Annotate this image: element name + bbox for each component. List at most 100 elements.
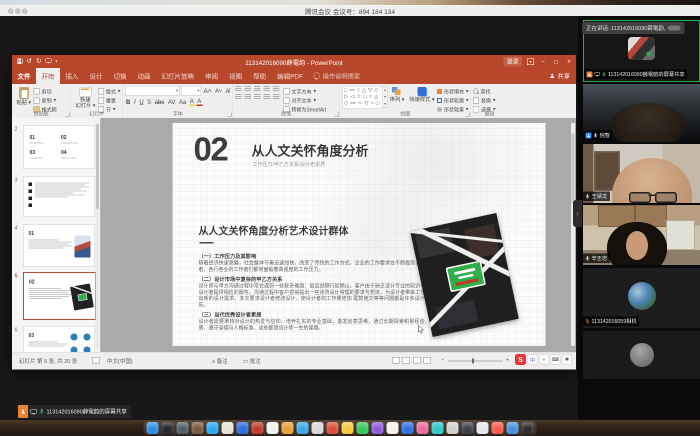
- dock-app-facetime-icon[interactable]: [357, 422, 369, 434]
- tell-me-search[interactable]: 操作说明搜索: [314, 71, 361, 84]
- underline-button[interactable]: U: [138, 98, 144, 105]
- tab-review[interactable]: 审阅: [200, 68, 224, 84]
- normal-view-icon[interactable]: [392, 357, 400, 364]
- paragraph-dialog-launcher[interactable]: [335, 113, 339, 117]
- dock-app-airdrop-icon[interactable]: [432, 422, 444, 434]
- find-button[interactable]: 查找: [473, 88, 506, 96]
- highlight-color-button[interactable]: A: [189, 98, 195, 107]
- dock-app-trash-icon[interactable]: [522, 422, 534, 434]
- numbering-icon[interactable]: [245, 86, 252, 92]
- shape-outline-button[interactable]: 形状轮廓 ▾: [437, 97, 469, 105]
- increase-indent-icon[interactable]: [264, 86, 271, 92]
- canvas-scrollbar[interactable]: [571, 123, 575, 346]
- tab-animations[interactable]: 动画: [132, 68, 156, 84]
- participant-tile[interactable]: [583, 331, 700, 379]
- dock-app-siri-icon[interactable]: [177, 422, 189, 434]
- dock-app-photos-light-icon[interactable]: [222, 422, 234, 434]
- tab-slideshow[interactable]: 幻灯片放映: [156, 68, 200, 84]
- notes-toggle[interactable]: ≡ 备注: [212, 357, 228, 365]
- dock-app-podcasts-icon[interactable]: [372, 422, 384, 434]
- replace-button[interactable]: 替换 ▾: [473, 97, 506, 105]
- dock-app-books-icon[interactable]: [492, 422, 504, 434]
- dock-app-notes-brown-icon[interactable]: [192, 422, 204, 434]
- line-spacing-icon[interactable]: [273, 86, 280, 92]
- slide-thumbnail-5-selected[interactable]: 02: [23, 272, 96, 320]
- sorter-view-icon[interactable]: [403, 357, 411, 364]
- strikethrough-button[interactable]: abc: [154, 98, 166, 105]
- grow-font-button[interactable]: A˄: [202, 87, 212, 95]
- comments-toggle[interactable]: ▭ 批注: [243, 357, 261, 365]
- tab-edit-pdf[interactable]: 编辑PDF: [272, 68, 309, 84]
- tab-view[interactable]: 视图: [224, 68, 248, 84]
- columns-icon[interactable]: [273, 95, 280, 101]
- sogou-icon[interactable]: S: [515, 354, 526, 365]
- text-shadow-button[interactable]: S: [146, 98, 152, 105]
- align-left-icon[interactable]: [235, 95, 242, 101]
- participant-tile[interactable]: 113142016059相机: [583, 268, 700, 328]
- thumbnail-scrollbar[interactable]: [96, 121, 100, 349]
- ribbon-display-options-icon[interactable]: ▾: [527, 58, 534, 65]
- tab-help[interactable]: 帮助: [248, 68, 272, 84]
- slide-thumbnail-4[interactable]: 01: [23, 224, 95, 267]
- ime-cn-en-icon[interactable]: 中: [528, 355, 538, 365]
- dock-app-maps-icon[interactable]: [507, 422, 519, 434]
- tab-insert[interactable]: 插入: [60, 68, 84, 84]
- share-button[interactable]: 共享: [543, 71, 576, 84]
- italic-button[interactable]: I: [133, 98, 137, 106]
- participant-tile[interactable]: 辛丕忠: [583, 205, 700, 265]
- view-buttons[interactable]: [392, 357, 434, 365]
- justify-icon[interactable]: [264, 95, 271, 101]
- cut-button[interactable]: 剪切: [34, 88, 57, 96]
- participant-tile[interactable]: 倪智: [583, 84, 700, 142]
- dock-app-settings-icon[interactable]: [447, 422, 459, 434]
- participant-tile[interactable]: 王靖龙: [583, 144, 700, 203]
- zoom-slider[interactable]: [448, 361, 503, 362]
- dock-app-numbers-icon[interactable]: [402, 422, 414, 434]
- dock-app-notes-icon[interactable]: [312, 422, 324, 434]
- slideshow-view-icon[interactable]: [424, 357, 432, 364]
- reading-view-icon[interactable]: [413, 357, 421, 364]
- zoom-in-button[interactable]: +: [506, 357, 509, 363]
- shapes-gallery[interactable]: □▭○△▽◇ ▷◁☆□○△ ◇▭☆▽○□: [342, 86, 383, 109]
- ppt-minimize-button[interactable]: −: [539, 58, 547, 65]
- ppt-close-button[interactable]: ×: [565, 58, 573, 65]
- ppt-maximize-button[interactable]: □: [552, 58, 560, 65]
- dock-app-music-icon[interactable]: [327, 422, 339, 434]
- font-size-select[interactable]: ▾: [181, 86, 201, 96]
- bullets-icon[interactable]: [235, 86, 242, 92]
- change-case-button[interactable]: Aa: [178, 98, 187, 105]
- dock-app-appstore-icon[interactable]: [237, 422, 249, 434]
- dock-app-safari-icon[interactable]: [207, 422, 219, 434]
- align-center-icon[interactable]: [245, 95, 252, 101]
- tab-design[interactable]: 设计: [84, 68, 108, 84]
- clear-formatting-button[interactable]: A̸: [224, 87, 230, 94]
- clipboard-dialog-launcher[interactable]: [66, 113, 70, 117]
- ime-moon-icon[interactable]: ◗: [539, 355, 549, 365]
- tab-transitions[interactable]: 切换: [108, 68, 132, 84]
- shrink-font-button[interactable]: A˅: [214, 88, 223, 94]
- dock-app-messages-blue-icon[interactable]: [297, 422, 309, 434]
- bold-button[interactable]: B: [125, 98, 131, 105]
- character-spacing-button[interactable]: AV: [167, 98, 177, 105]
- copy-button[interactable]: 复制 ▾: [34, 97, 57, 105]
- dock-app-calendar-icon[interactable]: [282, 422, 294, 434]
- decrease-indent-icon[interactable]: [254, 86, 261, 92]
- font-name-select[interactable]: ▾: [125, 86, 180, 96]
- dock-app-keynote-icon[interactable]: [417, 422, 429, 434]
- dock-app-mail-red-icon[interactable]: [252, 422, 264, 434]
- dock-app-preview-icon[interactable]: [477, 422, 489, 434]
- shape-fill-button[interactable]: 形状填充 ▾: [437, 88, 469, 96]
- drawing-dialog-launcher[interactable]: [466, 113, 470, 117]
- tab-file[interactable]: 文件: [12, 68, 36, 84]
- font-color-button[interactable]: A: [196, 98, 202, 107]
- login-button[interactable]: 登录: [504, 57, 523, 67]
- spellcheck-icon[interactable]: [92, 357, 103, 365]
- slide-editing-surface[interactable]: 02 从人文关怀角度分析 工作压力/甲乙方关系/设计者素质 从人文关怀角度分析艺…: [173, 123, 546, 346]
- dock-app-photos-icon[interactable]: [342, 422, 354, 434]
- font-dialog-launcher[interactable]: [228, 113, 232, 117]
- text-direction-button[interactable]: 文字方向 ▾: [284, 88, 327, 96]
- ime-keyboard-icon[interactable]: ⌨: [551, 355, 561, 365]
- dock-app-textedit-icon[interactable]: [267, 422, 279, 434]
- dock-app-pages-icon[interactable]: [387, 422, 399, 434]
- slide-thumbnail-2[interactable]: 01 02 03 04: [23, 125, 95, 169]
